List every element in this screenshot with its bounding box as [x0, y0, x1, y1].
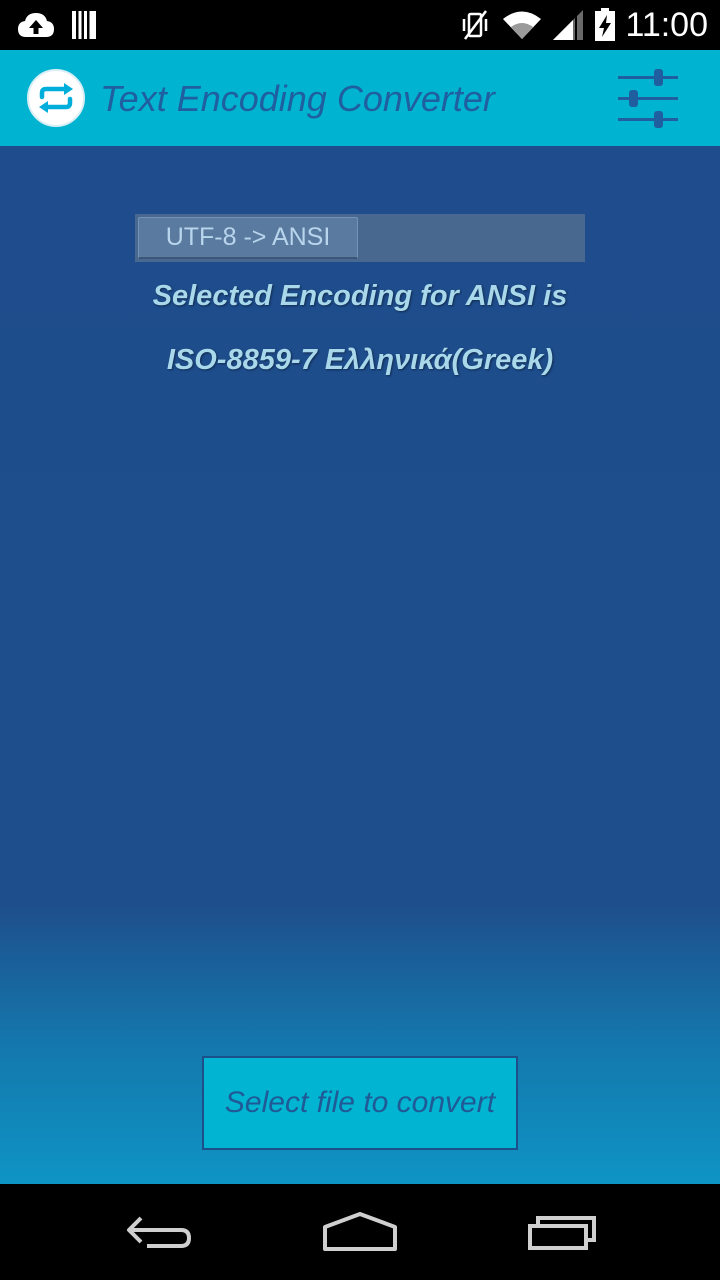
app-logo[interactable]: [27, 69, 85, 127]
recent-apps-button[interactable]: [502, 1202, 622, 1262]
mode-toggle-button[interactable]: UTF-8 -> ANSI: [138, 217, 358, 259]
battery-charging-icon: [594, 8, 616, 41]
action-bar: Text Encoding Converter: [0, 50, 720, 146]
back-button[interactable]: [100, 1202, 220, 1262]
settings-button[interactable]: [606, 64, 690, 134]
encoding-info-label: Selected Encoding for ANSI is: [152, 280, 568, 312]
sync-arrows-icon: [36, 82, 76, 114]
main-content: UTF-8 -> ANSI Selected Encoding for ANSI…: [0, 146, 720, 1184]
home-icon: [322, 1211, 398, 1253]
mode-toggle-bar: UTF-8 -> ANSI: [135, 214, 585, 262]
select-file-button[interactable]: Select file to convert: [202, 1056, 518, 1150]
cell-signal-icon: [550, 9, 586, 41]
sliders-icon: [616, 67, 680, 131]
app-title: Text Encoding Converter: [100, 78, 495, 119]
sd-card-icon: [70, 9, 98, 41]
navigation-bar: [0, 1184, 720, 1280]
encoding-info-value: ISO-8859-7 Ελληνικά(Greek): [166, 344, 554, 376]
vibrate-off-icon: [458, 9, 492, 41]
back-icon: [125, 1212, 195, 1252]
recent-apps-icon: [526, 1212, 598, 1252]
wifi-icon: [502, 9, 542, 41]
status-time: 11:00: [625, 6, 708, 44]
status-bar: 11:00: [0, 0, 720, 50]
home-button[interactable]: [300, 1202, 420, 1262]
cloud-upload-icon: [16, 9, 56, 41]
